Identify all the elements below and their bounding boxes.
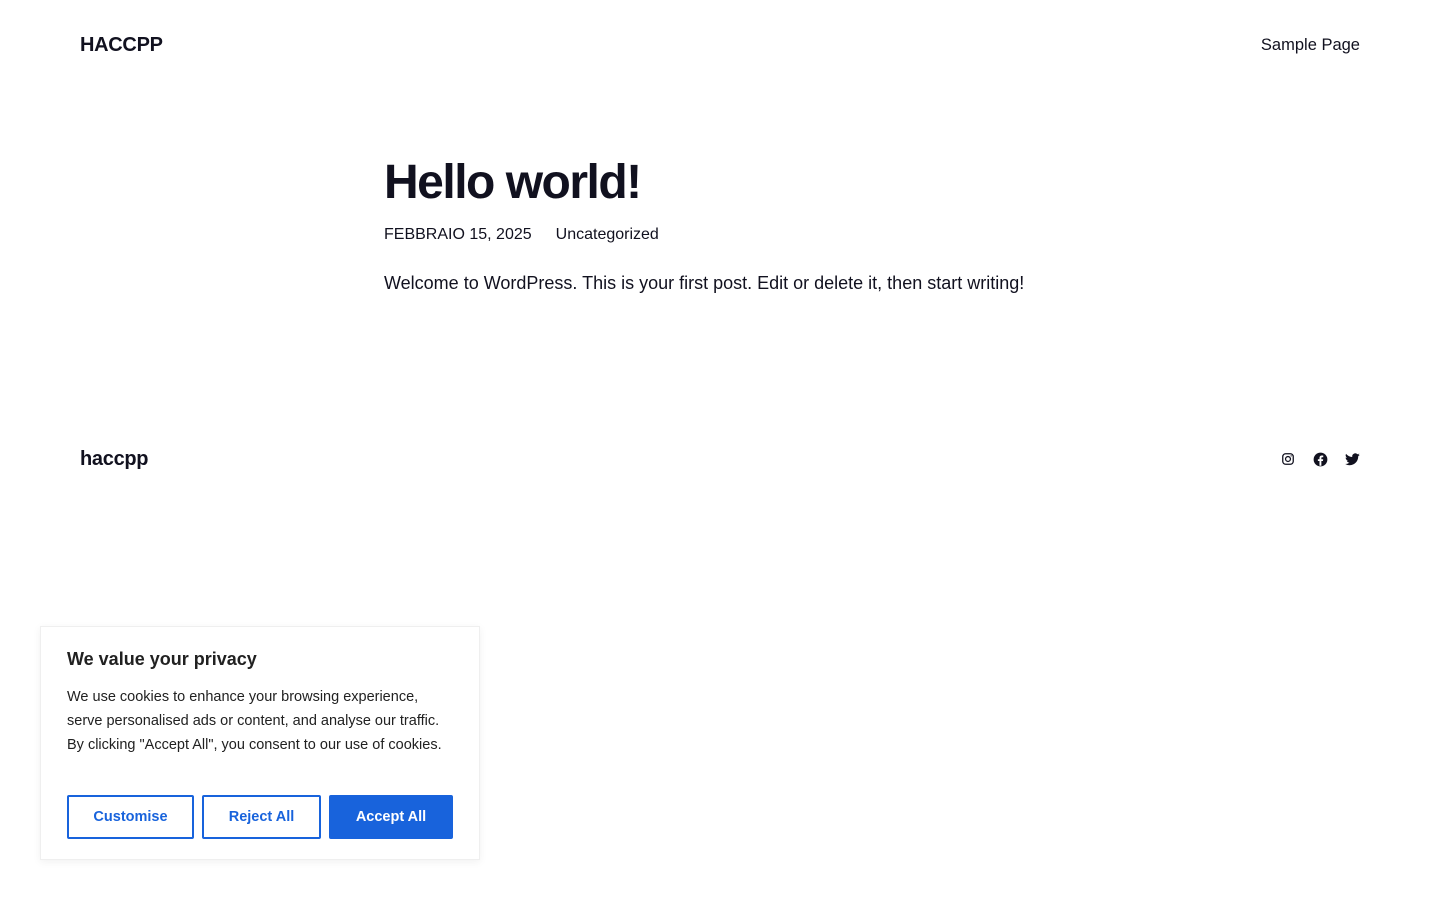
cookie-consent-banner: We value your privacy We use cookies to … [40, 626, 480, 860]
post-content: Welcome to WordPress. This is your first… [384, 273, 1025, 293]
instagram-link[interactable] [1280, 451, 1296, 467]
social-links [1280, 451, 1360, 467]
facebook-link[interactable] [1312, 451, 1328, 467]
reject-all-button[interactable]: Reject All [202, 795, 321, 839]
twitter-link[interactable] [1344, 451, 1360, 467]
nav-item-sample-page[interactable]: Sample Page [1261, 36, 1360, 54]
main-navigation: Sample Page [1261, 36, 1360, 55]
post-date[interactable]: FEBBRAIO 15, 2025 [384, 226, 532, 244]
facebook-icon [1313, 452, 1327, 466]
post: Hello world! FEBBRAIO 15, 2025 Uncategor… [384, 150, 1084, 314]
twitter-icon [1344, 452, 1360, 465]
customise-button[interactable]: Customise [67, 795, 194, 839]
post-title: Hello world! [384, 156, 642, 209]
site-footer: haccpp [80, 444, 1360, 474]
cookie-banner-buttons: Customise Reject All Accept All [67, 795, 453, 839]
page: HACCPP Sample Page Hello world! FEBBRAIO… [0, 0, 1440, 900]
post-meta: FEBBRAIO 15, 2025 Uncategorized [384, 226, 1084, 244]
site-header: HACCPP Sample Page [80, 30, 1360, 60]
instagram-icon [1282, 453, 1294, 465]
accept-all-button[interactable]: Accept All [329, 795, 453, 839]
post-category-link[interactable]: Uncategorized [556, 226, 659, 244]
footer-site-title-link[interactable]: haccpp [80, 448, 149, 471]
site-title-link[interactable]: HACCPP [80, 34, 163, 57]
cookie-banner-title: We value your privacy [67, 649, 257, 669]
cookie-banner-text: We use cookies to enhance your browsing … [67, 689, 442, 753]
